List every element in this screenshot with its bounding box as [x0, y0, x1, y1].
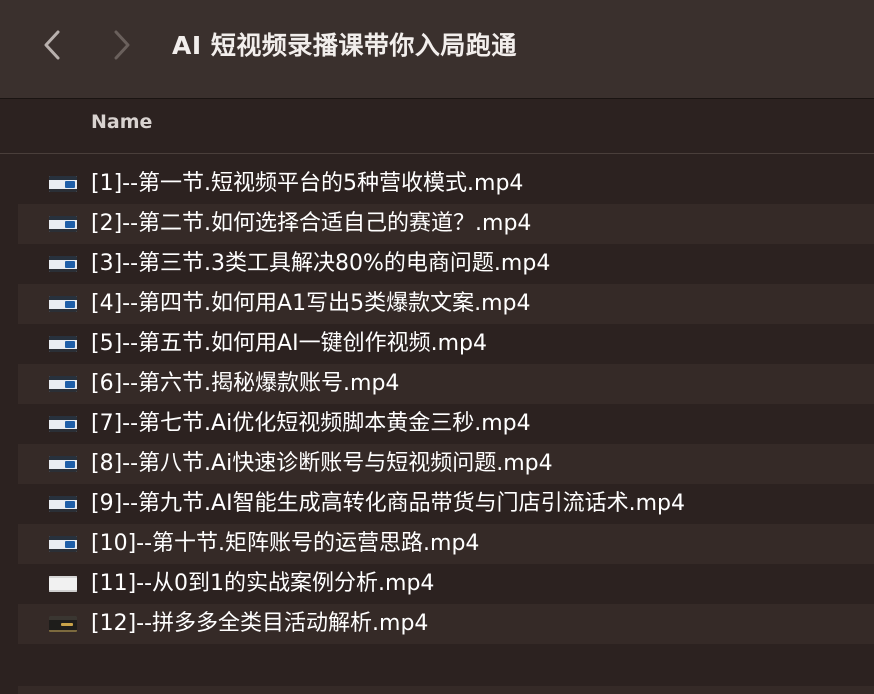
file-name: [8]--第八节.Ai快速诊断账号与短视频问题.mp4	[91, 451, 553, 476]
file-name: [5]--第五节.如何用AI一键创作视频.mp4	[91, 331, 487, 356]
toolbar: AI 短视频录播课带你入局跑通	[0, 0, 874, 99]
file-row[interactable]: [9]--第九节.AI智能生成高转化商品带货与门店引流话术.mp4	[18, 484, 874, 524]
video-thumbnail-icon	[49, 616, 77, 632]
video-thumbnail-icon	[49, 376, 77, 392]
video-thumbnail-icon	[49, 416, 77, 432]
file-name: [10]--第十节.矩阵账号的运营思路.mp4	[91, 531, 480, 556]
file-row[interactable]: [12]--拼多多全类目活动解析.mp4	[18, 604, 874, 644]
video-thumbnail-icon	[49, 216, 77, 232]
video-thumbnail-icon	[49, 456, 77, 472]
video-thumbnail-icon	[49, 296, 77, 312]
window-title: AI 短视频录播课带你入局跑通	[172, 31, 517, 60]
file-row[interactable]: [8]--第八节.Ai快速诊断账号与短视频问题.mp4	[18, 444, 874, 484]
column-header-name[interactable]: Name	[91, 111, 152, 133]
file-name: [12]--拼多多全类目活动解析.mp4	[91, 611, 429, 636]
video-thumbnail-icon	[49, 536, 77, 552]
chevron-right-icon	[114, 30, 130, 60]
file-row[interactable]: [1]--第一节.短视频平台的5种营收模式.mp4	[18, 164, 874, 204]
column-header: Name	[0, 99, 874, 154]
video-thumbnail-icon	[49, 336, 77, 352]
video-thumbnail-icon	[49, 496, 77, 512]
file-name: [9]--第九节.AI智能生成高转化商品带货与门店引流话术.mp4	[91, 491, 685, 516]
file-row[interactable]: [11]--从0到1的实战案例分析.mp4	[18, 564, 874, 604]
file-name: [11]--从0到1的实战案例分析.mp4	[91, 571, 435, 596]
file-name: [2]--第二节.如何选择合适自己的赛道？.mp4	[91, 211, 532, 236]
chevron-left-icon	[44, 30, 60, 60]
file-row[interactable]: [4]--第四节.如何用A1写出5类爆款文案.mp4	[18, 284, 874, 324]
file-row[interactable]: [5]--第五节.如何用AI一键创作视频.mp4	[18, 324, 874, 364]
file-row[interactable]: [2]--第二节.如何选择合适自己的赛道？.mp4	[18, 204, 874, 244]
file-row[interactable]: [6]--第六节.揭秘爆款账号.mp4	[18, 364, 874, 404]
file-row[interactable]: [7]--第七节.Ai优化短视频脚本黄金三秒.mp4	[18, 404, 874, 444]
finder-window: AI 短视频录播课带你入局跑通 Name [1]--第一节.短视频平台的5种营收…	[0, 0, 874, 694]
video-thumbnail-icon	[49, 256, 77, 272]
file-list: [1]--第一节.短视频平台的5种营收模式.mp4 [2]--第二节.如何选择合…	[18, 164, 874, 644]
file-row[interactable]: [3]--第三节.3类工具解决80%的电商问题.mp4	[18, 244, 874, 284]
file-row[interactable]: [10]--第十节.矩阵账号的运营思路.mp4	[18, 524, 874, 564]
file-name: [3]--第三节.3类工具解决80%的电商问题.mp4	[91, 251, 551, 276]
video-thumbnail-icon	[49, 576, 77, 592]
file-name: [7]--第七节.Ai优化短视频脚本黄金三秒.mp4	[91, 411, 531, 436]
empty-row	[18, 686, 874, 694]
back-button[interactable]	[40, 28, 64, 62]
video-thumbnail-icon	[49, 176, 77, 192]
file-name: [4]--第四节.如何用A1写出5类爆款文案.mp4	[91, 291, 531, 316]
file-name: [1]--第一节.短视频平台的5种营收模式.mp4	[91, 171, 524, 196]
forward-button[interactable]	[110, 28, 134, 62]
file-name: [6]--第六节.揭秘爆款账号.mp4	[91, 371, 400, 396]
